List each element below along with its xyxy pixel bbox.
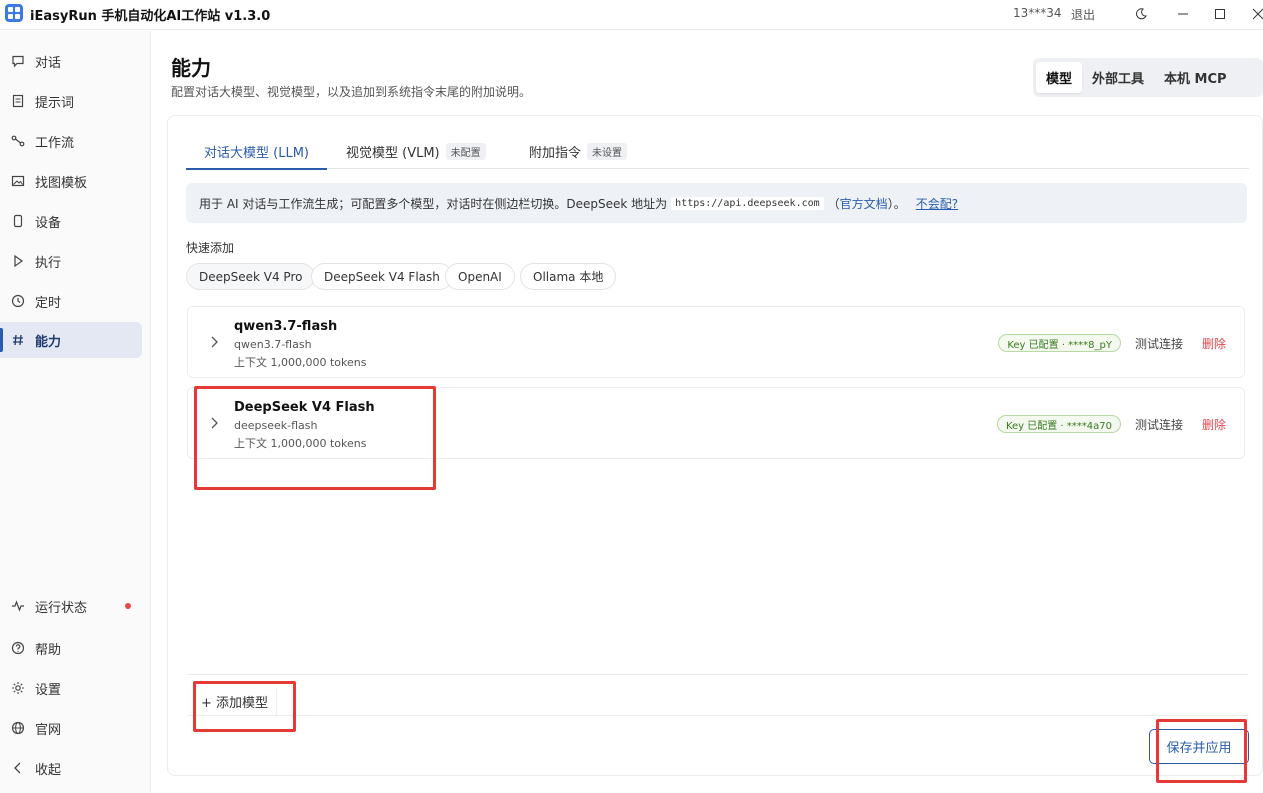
sidebar-item-devices[interactable]: 设备 <box>0 203 142 239</box>
model-row: qwen3.7-flash qwen3.7-flash 上下文 1,000,00… <box>187 306 1245 378</box>
save-apply-button[interactable]: 保存并应用 <box>1149 729 1249 764</box>
status-badge: 未设置 <box>587 143 628 160</box>
model-name: DeepSeek V4 Flash <box>234 400 375 415</box>
quick-add-label: 快速添加 <box>186 241 235 255</box>
model-id: qwen3.7-flash <box>234 338 312 351</box>
test-connection-button[interactable]: 测试连接 <box>1135 416 1183 433</box>
tab-extra-instructions[interactable]: 附加指令 未设置 <box>529 134 628 169</box>
info-banner: 用于 AI 对话与工作流生成；可配置多个模型，对话时在侧边栏切换。DeepSee… <box>186 183 1247 223</box>
tab-label: 对话大模型 (LLM) <box>204 146 309 161</box>
sidebar-item-prompts[interactable]: 提示词 <box>0 83 142 119</box>
logout-button[interactable]: 退出 <box>1071 6 1095 23</box>
sidebar-item-label: 找图模板 <box>35 175 88 191</box>
app-logo-icon <box>5 4 23 22</box>
delete-button[interactable]: 删除 <box>1202 416 1226 433</box>
segment-external-tools[interactable]: 外部工具 <box>1082 62 1154 93</box>
page-subtitle: 配置对话大模型、视觉模型，以及追加到系统指令末尾的附加说明。 <box>171 85 532 99</box>
close-icon[interactable] <box>1238 0 1263 28</box>
section-switcher: 模型 外部工具 本机 MCP <box>1033 58 1263 97</box>
hash-icon <box>11 333 25 347</box>
sidebar-item-label: 官网 <box>35 722 62 738</box>
tab-label: 附加指令 <box>529 146 582 161</box>
help-icon <box>11 641 25 655</box>
tab-llm[interactable]: 对话大模型 (LLM) <box>186 134 327 170</box>
tab-vlm[interactable]: 视觉模型 (VLM) 未配置 <box>346 134 486 169</box>
model-context: 上下文 1,000,000 tokens <box>234 356 367 369</box>
sidebar-item-website[interactable]: 官网 <box>0 710 142 746</box>
sidebar-item-label: 运行状态 <box>35 600 88 616</box>
document-icon <box>11 94 25 108</box>
sidebar-item-label: 帮助 <box>35 642 62 658</box>
segment-local-mcp[interactable]: 本机 MCP <box>1154 62 1237 93</box>
paren-close: ）。 <box>887 196 906 211</box>
paren-open: （ <box>827 196 840 211</box>
sidebar-item-label: 设备 <box>35 215 62 231</box>
page-title: 能力 <box>171 56 211 80</box>
globe-icon <box>11 721 25 735</box>
sidebar-item-chat[interactable]: 对话 <box>0 43 142 79</box>
workflow-icon <box>11 134 25 148</box>
model-tabs: 对话大模型 (LLM) 视觉模型 (VLM) 未配置 附加指令 未设置 <box>186 134 1249 170</box>
app-title: iEasyRun 手机自动化AI工作站 v1.3.0 <box>30 9 271 24</box>
chevron-right-icon[interactable] <box>208 335 220 349</box>
phone-icon <box>11 214 25 228</box>
sidebar-item-label: 对话 <box>35 55 62 71</box>
test-connection-button[interactable]: 测试连接 <box>1135 335 1183 352</box>
sidebar-item-label: 能力 <box>35 334 62 350</box>
sidebar: 对话 提示词 工作流 找图模板 设备 执行 定时 能力 运行状态 帮助 设置 官… <box>0 31 151 793</box>
model-row: DeepSeek V4 Flash deepseek-flash 上下文 1,0… <box>187 387 1245 459</box>
model-name: qwen3.7-flash <box>234 319 338 334</box>
model-id: deepseek-flash <box>234 419 318 432</box>
play-icon <box>11 254 25 268</box>
sidebar-collapse-button[interactable]: 收起 <box>0 750 142 786</box>
maximize-icon[interactable] <box>1200 0 1240 28</box>
title-bar: iEasyRun 手机自动化AI工作站 v1.3.0 13***34 退出 <box>0 0 1263 30</box>
sidebar-item-capabilities[interactable]: 能力 <box>0 322 142 358</box>
moon-icon[interactable] <box>1121 0 1161 28</box>
sidebar-item-label: 提示词 <box>35 95 75 111</box>
add-model-button[interactable]: + 添加模型 <box>198 688 278 715</box>
chat-icon <box>11 54 25 68</box>
clock-icon <box>11 294 25 308</box>
divider <box>187 715 1248 716</box>
sidebar-item-settings[interactable]: 设置 <box>0 670 142 706</box>
minimize-icon[interactable] <box>1163 0 1203 28</box>
status-dot <box>125 603 131 609</box>
sidebar-item-help[interactable]: 帮助 <box>0 630 142 666</box>
chevron-right-icon[interactable] <box>208 416 220 430</box>
sidebar-item-image-templates[interactable]: 找图模板 <box>0 163 142 199</box>
docs-link[interactable]: 官方文档 <box>840 195 888 212</box>
api-url: https://api.deepseek.com <box>671 196 824 210</box>
quick-add-openai[interactable]: OpenAI <box>445 263 515 290</box>
sidebar-item-workflow[interactable]: 工作流 <box>0 123 142 159</box>
user-account: 13***34 <box>1013 6 1062 20</box>
info-text: 用于 AI 对话与工作流生成；可配置多个模型，对话时在侧边栏切换。DeepSee… <box>199 196 668 211</box>
sidebar-item-label: 定时 <box>35 295 62 311</box>
image-icon <box>11 174 25 188</box>
sidebar-item-label: 收起 <box>35 762 62 778</box>
help-link[interactable]: 不会配? <box>916 195 958 212</box>
sidebar-item-schedule[interactable]: 定时 <box>0 283 142 319</box>
sidebar-item-label: 执行 <box>35 255 62 271</box>
tab-label: 视觉模型 (VLM) <box>346 146 440 161</box>
gear-icon <box>11 681 25 695</box>
sidebar-item-label: 工作流 <box>35 135 75 151</box>
quick-add-deepseek-v4-flash[interactable]: DeepSeek V4 Flash <box>311 263 453 290</box>
sidebar-item-run-status[interactable]: 运行状态 <box>0 588 142 624</box>
sidebar-item-execute[interactable]: 执行 <box>0 243 142 279</box>
status-badge: 未配置 <box>445 143 486 160</box>
key-status-badge: Key 已配置 · ****8_pY <box>998 334 1121 352</box>
quick-add-deepseek-v4-pro[interactable]: DeepSeek V4 Pro <box>186 263 316 290</box>
model-context: 上下文 1,000,000 tokens <box>234 437 367 450</box>
delete-button[interactable]: 删除 <box>1202 335 1226 352</box>
activity-icon <box>11 599 25 613</box>
quick-add-ollama[interactable]: Ollama 本地 <box>520 263 617 290</box>
sidebar-item-label: 设置 <box>35 682 62 698</box>
key-status-badge: Key 已配置 · ****4a70 <box>996 415 1121 433</box>
chevron-left-icon <box>11 761 25 775</box>
segment-models[interactable]: 模型 <box>1036 62 1083 93</box>
divider <box>187 674 1248 675</box>
